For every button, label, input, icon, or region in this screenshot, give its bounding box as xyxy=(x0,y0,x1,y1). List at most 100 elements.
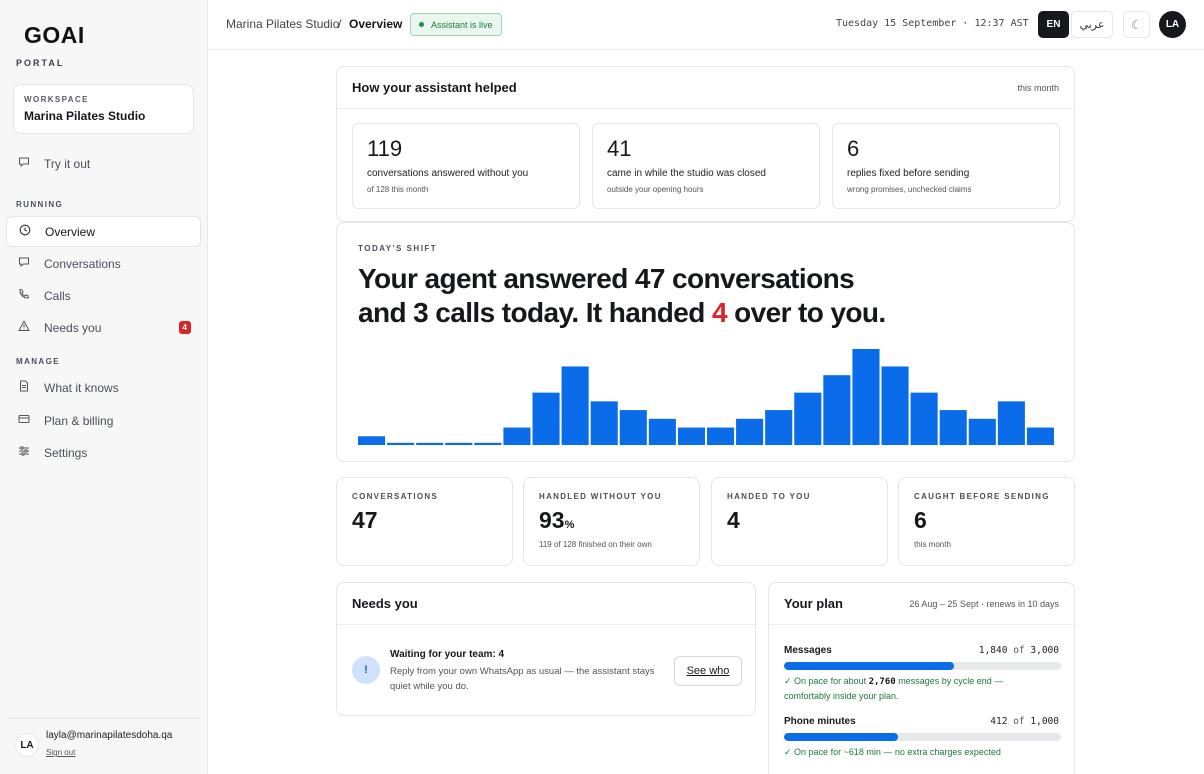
activity-bar-14 xyxy=(765,410,793,445)
activity-bar-0 xyxy=(358,436,386,445)
topbar: Marina Pilates Studio / Overview Assista… xyxy=(208,0,1204,50)
activity-bar-21 xyxy=(968,418,996,445)
language-ar-button[interactable]: عربي xyxy=(1071,11,1113,38)
messages-progress-fill xyxy=(784,662,954,670)
live-status-text: Assistant is live xyxy=(431,19,493,30)
of-text: of xyxy=(1013,645,1025,656)
manage-section-label: MANAGE xyxy=(16,357,60,366)
stat-handed-to-you: HANDED TO YOU 4 xyxy=(711,477,888,566)
stat-subtext: 119 of 128 finished on their own xyxy=(539,540,652,549)
warning-icon xyxy=(16,320,32,335)
workspace-name: Marina Pilates Studio xyxy=(24,109,146,123)
stat-label: HANDED TO YOU xyxy=(727,492,811,501)
document-icon xyxy=(16,380,32,395)
stat-number: 93 xyxy=(539,507,565,533)
metric-description: came in while the studio was closed xyxy=(607,168,766,179)
current-datetime: Tuesday 15 September · 12:37 AST xyxy=(836,18,1029,29)
chat-icon xyxy=(16,256,32,271)
of-text: of xyxy=(1013,716,1025,727)
messages-label: Messages xyxy=(784,645,832,656)
stat-label: CONVERSATIONS xyxy=(352,492,439,501)
user-account: LA layla@marinapilatesdoha.qa Sign out xyxy=(8,718,200,757)
stat-value: 93% xyxy=(539,507,684,534)
needs-you-count-badge: 4 xyxy=(178,321,191,334)
helped-metric-answered: 119 conversations answered without you o… xyxy=(352,123,580,209)
messages-usage: 1,840 of 3,000 xyxy=(979,645,1059,656)
alert-info-icon: ! xyxy=(352,656,380,684)
sidebar-item-settings[interactable]: Settings xyxy=(6,437,201,468)
handed-over-count: 4 xyxy=(711,297,728,328)
language-en-button[interactable]: EN xyxy=(1038,11,1069,38)
goai-logo[interactable]: GOAI xyxy=(24,22,85,49)
sidebar-item-plan-billing[interactable]: Plan & billing xyxy=(6,405,201,436)
activity-bar-12 xyxy=(707,427,735,445)
activity-bar-2 xyxy=(416,442,444,445)
activity-bar-4 xyxy=(474,442,502,445)
headline-part-a: and 3 calls today. It handed xyxy=(358,297,712,328)
stat-subtext: this month xyxy=(914,540,951,549)
workspace-switcher[interactable]: WORKSPACE Marina Pilates Studio xyxy=(13,84,194,134)
activity-bar-9 xyxy=(619,410,647,445)
workspace-label: WORKSPACE xyxy=(24,95,89,104)
activity-bar-18 xyxy=(881,366,909,445)
breadcrumb-current-page: Overview xyxy=(349,17,403,31)
sidebar-item-conversations[interactable]: Conversations xyxy=(6,248,201,279)
phone-minutes-progress-bar xyxy=(784,733,1061,741)
account-avatar[interactable]: LA xyxy=(1159,11,1186,38)
live-dot-icon xyxy=(419,22,424,27)
sidebar-item-calls[interactable]: Calls xyxy=(6,280,201,311)
your-plan-card: Your plan 26 Aug – 25 Sept · renews in 1… xyxy=(768,582,1075,774)
sidebar-item-label: Conversations xyxy=(44,256,121,271)
projected-messages: 2,760 xyxy=(868,677,896,687)
activity-bar-20 xyxy=(939,410,967,445)
chat-icon xyxy=(16,156,32,171)
card-header: Your plan 26 Aug – 25 Sept · renews in 1… xyxy=(769,583,1074,625)
waiting-title: Waiting for your team: 4 xyxy=(390,649,505,660)
billing-period: 26 Aug – 25 Sept · renews in 10 days xyxy=(909,598,1059,609)
assistant-live-badge: Assistant is live xyxy=(410,13,502,36)
metric-subtext: of 128 this month xyxy=(367,185,429,194)
see-who-button[interactable]: See who xyxy=(674,656,742,686)
card-header: How your assistant helped this month xyxy=(337,67,1074,109)
sidebar-item-try-it-out[interactable]: Try it out xyxy=(6,148,201,179)
sidebar-item-overview[interactable]: Overview xyxy=(6,216,201,247)
minutes-total: 1,000 xyxy=(1030,716,1059,727)
phone-minutes-progress-fill xyxy=(784,733,899,741)
theme-toggle-moon-icon[interactable]: ☾ xyxy=(1123,11,1150,38)
assistant-helped-card: How your assistant helped this month 119… xyxy=(336,66,1075,222)
sign-out-link[interactable]: Sign out xyxy=(46,748,75,757)
messages-total: 3,000 xyxy=(1030,645,1059,656)
card-icon xyxy=(16,413,32,428)
stat-conversations: CONVERSATIONS 47 xyxy=(336,477,513,566)
running-section-label: RUNNING xyxy=(16,200,64,209)
metric-subtext: outside your opening hours xyxy=(607,185,704,194)
card-title: Your plan xyxy=(784,596,843,611)
messages-progress-bar xyxy=(784,662,1061,670)
sidebar-item-label: Overview xyxy=(45,224,96,239)
metric-subtext: wrong promises, unchecked claims xyxy=(847,185,972,194)
card-title: How your assistant helped xyxy=(352,80,517,95)
hourly-activity-chart xyxy=(358,349,1054,445)
sidebar-item-label: Plan & billing xyxy=(44,413,114,428)
sidebar: GOAI PORTAL WORKSPACE Marina Pilates Stu… xyxy=(0,0,208,774)
shift-label: TODAY'S SHIFT xyxy=(358,244,438,253)
note-text: ✓ On pace for about xyxy=(784,676,869,686)
clock-icon xyxy=(17,224,33,239)
helped-metric-fixed: 6 replies fixed before sending wrong pro… xyxy=(832,123,1060,209)
activity-bar-8 xyxy=(590,401,618,445)
sidebar-item-needs-you[interactable]: Needs you 4 xyxy=(6,312,201,343)
shift-headline: Your agent answered 47 conversations and… xyxy=(358,262,1058,330)
stat-value: 4 xyxy=(727,507,740,533)
metric-value: 41 xyxy=(607,136,632,161)
sidebar-item-label: What it knows xyxy=(44,380,119,395)
stat-handled-without-you: HANDLED WITHOUT YOU 93% 119 of 128 finis… xyxy=(523,477,700,566)
activity-bar-17 xyxy=(852,349,880,445)
sidebar-item-what-it-knows[interactable]: What it knows xyxy=(6,372,201,403)
activity-bar-3 xyxy=(445,442,473,445)
phone-minutes-label: Phone minutes xyxy=(784,716,856,727)
headline-line-2: and 3 calls today. It handed 4 over to y… xyxy=(358,296,1058,330)
stat-percent-sign: % xyxy=(564,519,575,531)
activity-bar-19 xyxy=(910,392,938,445)
breadcrumb-workspace[interactable]: Marina Pilates Studio xyxy=(226,17,339,31)
avatar[interactable]: LA xyxy=(15,733,39,757)
